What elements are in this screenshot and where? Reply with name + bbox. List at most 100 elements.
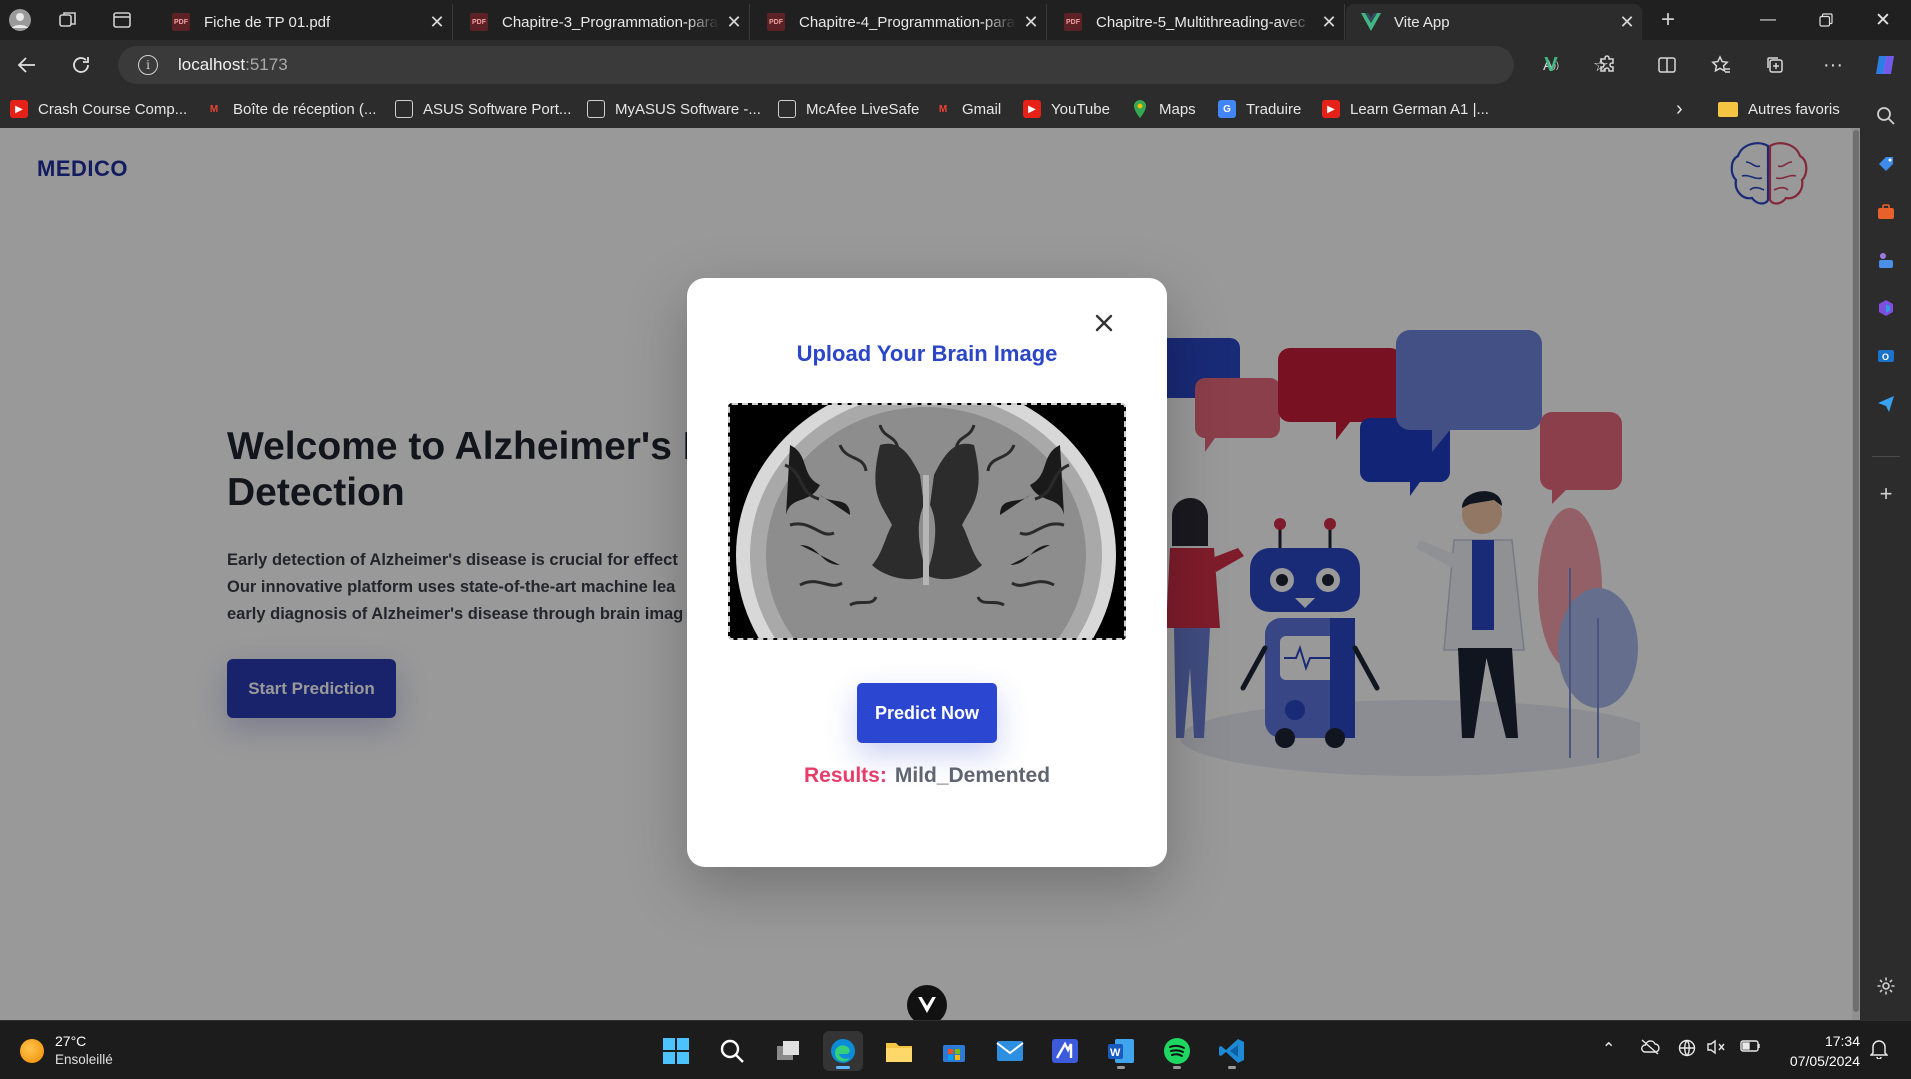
workspaces-icon[interactable] [52,4,84,36]
shopping-tag-icon[interactable] [1872,150,1900,178]
favorites-icon[interactable] [1706,50,1736,80]
weather-description[interactable]: Ensoleillé [55,1052,113,1067]
refresh-icon[interactable] [64,48,98,82]
restore-icon[interactable] [1798,0,1854,40]
favorite-item[interactable]: McAfee LiveSafe [778,98,919,120]
prediction-result: Results: Mild_Demented [687,764,1167,788]
site-info-icon[interactable]: i [138,55,158,75]
favorite-label: ASUS Software Port... [423,100,572,118]
tab-2[interactable]: PDF Chapitre-3_Programmation-para ✕ [454,4,750,40]
edge-app-icon[interactable] [823,1031,863,1071]
favorite-label: Maps [1159,100,1196,118]
system-clock[interactable]: 17:34 07/05/2024 [1780,1031,1860,1071]
favorite-item[interactable]: Maps [1131,98,1196,120]
vue-devtools-toggle-icon[interactable] [907,985,947,1020]
translate-icon: G [1218,100,1236,118]
vscode-icon[interactable] [1212,1031,1252,1071]
favorite-item[interactable]: ▶ Learn German A1 |... [1322,98,1489,120]
collections-icon[interactable] [1760,50,1790,80]
favorite-label: YouTube [1051,100,1110,118]
page-icon [778,100,796,118]
page-icon [587,100,605,118]
search-icon[interactable] [712,1031,752,1071]
clock-date: 07/05/2024 [1789,1053,1860,1069]
url-port: :5173 [245,55,288,74]
brain-image-dropzone[interactable] [728,403,1126,640]
close-tab-icon[interactable]: ✕ [1612,12,1642,33]
split-screen-icon[interactable] [1652,50,1682,80]
running-app-indicator [1173,1066,1181,1069]
battery-icon[interactable] [1740,1039,1762,1058]
windows-taskbar: 27°C Ensoleillé W ⌃ 17:34 07/05/2024 [0,1020,1911,1079]
microsoft-365-icon[interactable] [1872,294,1900,322]
close-tab-icon[interactable]: ✕ [1016,12,1046,33]
back-icon[interactable] [10,48,44,82]
favorite-label: Crash Course Comp... [38,100,188,118]
ai-app-icon[interactable] [1045,1031,1085,1071]
new-tab-icon[interactable]: + [1652,4,1684,36]
games-icon[interactable] [1872,246,1900,274]
volume-muted-icon[interactable] [1706,1039,1726,1060]
tools-briefcase-icon[interactable] [1872,198,1900,226]
close-tab-icon[interactable]: ✕ [719,12,749,33]
favorite-item[interactable]: ▶ Crash Course Comp... [10,98,187,120]
microsoft-store-icon[interactable] [934,1031,974,1071]
pdf-icon: PDF [468,13,490,31]
active-app-indicator [836,1066,850,1069]
url-host: localhost [178,55,246,74]
weather-temperature[interactable]: 27°C [55,1033,86,1049]
address-bar[interactable]: i localhost:5173 A)) ☆ [118,46,1609,84]
copilot-icon[interactable] [1870,50,1900,80]
task-view-icon[interactable] [768,1031,808,1071]
sidebar-divider [1872,456,1900,457]
tab-title: Chapitre-4_Programmation-para [799,13,1015,31]
show-hidden-icons-chevron-icon[interactable]: ⌃ [1602,1039,1615,1059]
favorite-label: Boîte de réception (... [233,100,377,118]
profile-icon[interactable] [4,4,36,36]
youtube-icon: ▶ [1023,100,1041,118]
favorite-item[interactable]: MyASUS Software -... [587,98,761,120]
close-tab-icon[interactable]: ✕ [1314,12,1344,33]
running-app-indicator [1228,1066,1236,1069]
youtube-icon: ▶ [10,100,28,118]
vue-devtools-icon[interactable]: V [1536,50,1566,80]
browser-tab-strip: PDF Fiche de TP 01.pdf ✕ PDF Chapitre-3_… [0,0,1911,40]
more-options-icon[interactable]: ··· [1818,50,1848,80]
favorite-item[interactable]: M Boîte de réception (... [205,98,377,120]
file-explorer-icon[interactable] [879,1031,919,1071]
add-sidebar-app-icon[interactable]: + [1872,480,1900,508]
url-text: localhost:5173 [178,55,288,75]
sidebar-settings-gear-icon[interactable] [1872,972,1900,1000]
close-modal-icon[interactable] [1087,306,1121,340]
tab-1[interactable]: PDF Fiche de TP 01.pdf ✕ [156,4,453,40]
gmail-icon: M [209,103,219,115]
mail-icon[interactable] [990,1031,1030,1071]
tab-actions-icon[interactable] [106,4,138,36]
tab-5-active[interactable]: Vite App ✕ [1346,4,1642,40]
search-icon[interactable] [1872,102,1900,130]
tab-4[interactable]: PDF Chapitre-5_Multithreading-avec ✕ [1048,4,1345,40]
minimize-icon[interactable]: — [1740,0,1796,40]
browser-toolbar: i localhost:5173 A)) ☆ V ··· [0,40,1911,88]
close-tab-icon[interactable]: ✕ [422,12,452,33]
extensions-icon[interactable] [1592,50,1622,80]
favorite-item[interactable]: ▶ YouTube [1023,98,1110,120]
favorite-item[interactable]: G Traduire [1218,98,1301,120]
word-app-icon[interactable]: W [1101,1031,1141,1071]
tab-3[interactable]: PDF Chapitre-4_Programmation-para ✕ [751,4,1047,40]
windows-start-icon[interactable] [656,1031,696,1071]
favorites-overflow-chevron-icon[interactable]: › [1676,98,1683,120]
network-globe-icon[interactable] [1678,1039,1696,1062]
favorite-label: McAfee LiveSafe [806,100,920,118]
predict-now-button[interactable]: Predict Now [857,683,997,743]
favorite-item[interactable]: M Gmail [934,98,1001,120]
spotify-icon[interactable] [1157,1031,1197,1071]
notification-bell-icon[interactable] [1869,1039,1889,1064]
outlook-icon[interactable]: O [1872,342,1900,370]
sun-weather-icon[interactable] [20,1039,44,1063]
close-window-icon[interactable]: ✕ [1855,0,1911,40]
favorite-item[interactable]: ASUS Software Port... [395,98,571,120]
send-icon[interactable] [1872,390,1900,418]
other-favorites[interactable]: Autres favoris [1718,98,1840,120]
cloud-offline-icon[interactable] [1640,1039,1660,1060]
